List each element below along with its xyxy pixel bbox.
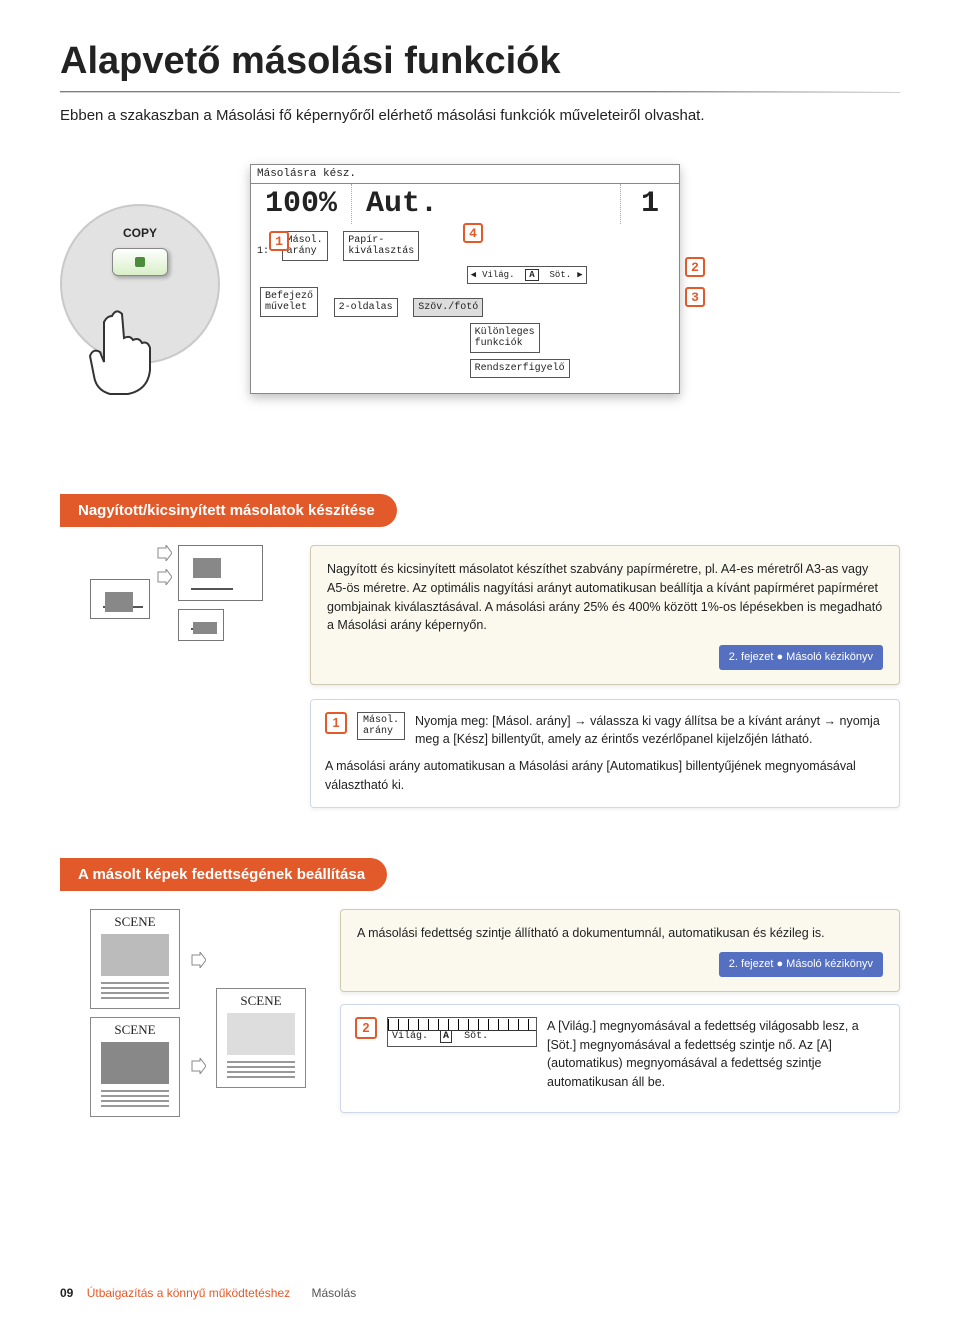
step-number-2: 2: [355, 1017, 377, 1039]
arrow-right-icon: [156, 545, 172, 561]
text-photo-button[interactable]: Szöv./fotó: [413, 298, 483, 317]
screen-copies: 1: [621, 187, 679, 221]
footer-section: Másolás: [312, 1286, 357, 1300]
badge-3: 3: [685, 287, 705, 307]
section2-description: A másolási fedettség szintje állítható a…: [340, 909, 900, 992]
arrow-right-icon: [156, 569, 172, 585]
step1-note: A másolási arány automatikusan a Másolás…: [325, 757, 885, 795]
thumb-reduced: [178, 609, 224, 641]
section2-tab: A másolt képek fedettségének beállítása: [60, 858, 387, 891]
special-functions-button[interactable]: Különleges funkciók: [470, 323, 540, 353]
title-underline: [60, 91, 900, 93]
scene-result: SCENE: [216, 988, 306, 1088]
page-title: Alapvető másolási funkciók: [60, 40, 900, 83]
footer-guide: Útbaigazítás a könnyű működtetéshez: [87, 1286, 290, 1300]
intro-text: Ebben a szakaszban a Másolási fő képerny…: [60, 107, 900, 124]
scene-thumbs: SCENE SCENE SCENE: [60, 909, 320, 1117]
scene-original-2: SCENE: [90, 1017, 180, 1117]
chapter-reference: 2. fejezet ● Másoló kézikönyv: [719, 645, 883, 670]
screen-mode: Aut.: [352, 184, 621, 224]
thumb-original: [90, 579, 150, 619]
copy-hardware-button[interactable]: [112, 248, 168, 276]
section1-description: Nagyított és kicsinyített másolatot kész…: [310, 545, 900, 685]
thumb-enlarged: [178, 545, 263, 601]
section1-tab: Nagyított/kicsinyített másolatok készíté…: [60, 494, 397, 527]
finish-button[interactable]: Befejező művelet: [260, 287, 318, 317]
step2-text: A [Világ.] megnyomásával a fedettség vil…: [547, 1017, 885, 1092]
arrow-right-icon: [190, 952, 206, 968]
ratio-mini-button[interactable]: Másol. arány: [357, 712, 405, 740]
copy-label: COPY: [123, 226, 157, 240]
section1-body: Nagyított és kicsinyített másolatot kész…: [60, 545, 900, 685]
ratio-index: 1:: [257, 246, 269, 257]
device-screen: Másolásra kész. 100% Aut. 1 1: Másol. ar…: [250, 164, 680, 394]
paper-select-button[interactable]: Papír- kiválasztás: [343, 231, 419, 261]
screen-zoom: 100%: [251, 184, 352, 224]
density-bar[interactable]: Világ. A Söt.: [467, 266, 587, 284]
step-number-1: 1: [325, 712, 347, 734]
system-monitor-button[interactable]: Rendszerfigyelő: [470, 359, 570, 378]
section1-step: 1 Másol. arány Nyomja meg: [Másol. arány…: [310, 699, 900, 808]
screen-status: Másolásra kész.: [251, 165, 679, 184]
density-control[interactable]: Világ. A Söt.: [387, 1017, 537, 1047]
page-footer: 09 Útbaigazítás a könnyű működtetéshez M…: [60, 1286, 356, 1300]
arrow-right-icon: [190, 1058, 206, 1074]
scene-original-1: SCENE: [90, 909, 180, 1009]
step1-text: Nyomja meg: [Másol. arány] → válassza ki…: [415, 712, 885, 750]
pointing-hand-icon: [82, 306, 162, 396]
badge-4: 4: [463, 223, 483, 243]
copy-screen-figure: COPY Másolásra kész. 100% Aut. 1 1: Máso…: [60, 164, 900, 424]
section2-step: 2 Világ. A Söt. A [Világ.] megnyomásával…: [340, 1004, 900, 1113]
resize-thumbs: [90, 545, 290, 685]
chapter-reference-2: 2. fejezet ● Másoló kézikönyv: [719, 952, 883, 977]
two-sided-button[interactable]: 2-oldalas: [334, 298, 398, 317]
section2-body: SCENE SCENE SCENE A másolási fedettség s…: [60, 909, 900, 1117]
badge-1: 1: [269, 231, 289, 251]
copy-button-circle: COPY: [60, 204, 220, 364]
page-number: 09: [60, 1286, 73, 1300]
badge-2: 2: [685, 257, 705, 277]
